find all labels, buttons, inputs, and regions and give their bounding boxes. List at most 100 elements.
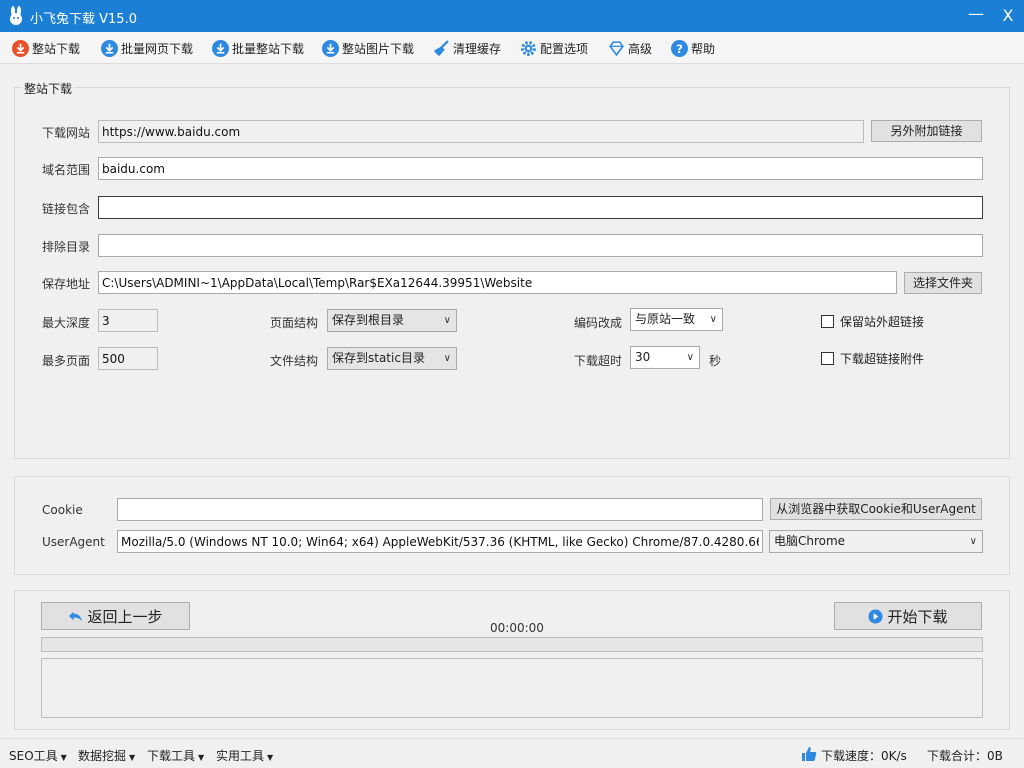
- max-depth-label: 最大深度: [42, 316, 91, 330]
- toolbar-site-image-download[interactable]: 整站图片下载: [322, 39, 414, 57]
- page-structure-label: 页面结构: [270, 316, 319, 330]
- gear-icon: [521, 40, 536, 56]
- toolbar-label: 配置选项: [540, 41, 589, 56]
- back-arrow-icon: [69, 611, 83, 621]
- menu-utility-tools[interactable]: 实用工具 ▼: [216, 747, 273, 764]
- download-blue-icon: [322, 39, 339, 57]
- page-structure-value: 保存到根目录: [332, 313, 405, 327]
- max-pages-input[interactable]: [98, 347, 158, 370]
- toolbar-config-options[interactable]: 配置选项: [520, 39, 588, 57]
- download-blue-icon: [212, 39, 229, 57]
- download-site-label: 下载网站: [42, 126, 91, 140]
- rabbit-logo-icon: [10, 6, 22, 25]
- help-icon: ?: [671, 39, 688, 57]
- download-total: 下载合计：0B: [927, 749, 1003, 763]
- cookie-useragent-group: [14, 476, 1010, 575]
- download-speed: 下载速度：0K/s: [821, 749, 907, 763]
- chevron-down-icon: ∨: [686, 352, 694, 363]
- toolbar-batch-page-download[interactable]: 批量网页下载: [101, 39, 193, 57]
- progress-bar: [41, 637, 983, 652]
- link-contains-label: 链接包含: [42, 202, 91, 216]
- minimize-button[interactable]: —: [964, 4, 988, 28]
- file-structure-select[interactable]: 保存到static目录 ∨: [327, 347, 457, 370]
- status-bar: SEO工具 ▼ 数据挖掘 ▼ 下载工具 ▼ 实用工具 ▼ 下载速度：0K/s 下载合计：…: [0, 738, 1024, 768]
- toolbar-label: 清理缓存: [453, 41, 502, 56]
- useragent-label: UserAgent: [42, 535, 105, 549]
- chevron-down-icon: ∨: [443, 315, 451, 326]
- menu-label: 数据挖掘: [78, 749, 127, 763]
- page-structure-select[interactable]: 保存到根目录 ∨: [327, 309, 457, 332]
- cookie-input[interactable]: [117, 498, 763, 521]
- save-path-label: 保存地址: [42, 277, 91, 291]
- keep-external-links-checkbox[interactable]: 保留站外超链接: [821, 313, 924, 330]
- download-attachments-checkbox[interactable]: 下载超链接附件: [821, 350, 924, 367]
- caret-down-icon: ▼: [60, 753, 67, 762]
- chevron-down-icon: ∨: [443, 353, 451, 364]
- start-download-button[interactable]: 开始下载: [834, 602, 982, 630]
- file-structure-value: 保存到static目录: [332, 351, 425, 365]
- save-path-input[interactable]: [98, 271, 897, 294]
- checkbox-box: [821, 352, 834, 365]
- caret-down-icon: ▼: [198, 753, 205, 762]
- toolbar-label: 高级: [628, 41, 653, 56]
- menu-label: 实用工具: [216, 749, 265, 763]
- toolbar-advanced[interactable]: 高级: [608, 39, 652, 57]
- timeout-select[interactable]: 30 ∨: [630, 346, 700, 369]
- max-depth-input[interactable]: [98, 309, 158, 332]
- chevron-down-icon: ∨: [709, 314, 717, 325]
- add-extra-links-button[interactable]: 另外附加链接: [871, 120, 982, 142]
- diamond-icon: [609, 40, 624, 56]
- menu-label: 下载工具: [147, 749, 196, 763]
- choose-folder-button[interactable]: 选择文件夹: [904, 272, 982, 294]
- file-structure-label: 文件结构: [270, 354, 319, 368]
- menu-label: SEO工具: [9, 749, 58, 763]
- menu-data-mining[interactable]: 数据挖掘 ▼: [78, 747, 135, 764]
- timeout-value: 30: [635, 350, 651, 364]
- cookie-label: Cookie: [42, 503, 83, 517]
- window-title: 小飞兔下载 V15.0: [30, 12, 137, 27]
- log-output[interactable]: [41, 658, 983, 718]
- exclude-dirs-input[interactable]: [98, 234, 983, 257]
- exclude-dirs-label: 排除目录: [42, 240, 91, 254]
- group-legend: 整站下载: [22, 80, 75, 97]
- toolbar-batch-site-download[interactable]: 批量整站下载: [212, 39, 304, 57]
- encoding-select[interactable]: 与原站一致 ∨: [630, 308, 723, 331]
- menu-seo-tools[interactable]: SEO工具 ▼: [9, 747, 67, 764]
- close-button[interactable]: X: [996, 4, 1020, 28]
- timeout-unit: 秒: [709, 354, 722, 368]
- title-bar: 小飞兔下载 V15.0 — X: [0, 0, 1024, 32]
- domain-scope-input[interactable]: [98, 157, 983, 180]
- useragent-preset-select[interactable]: 电脑Chrome ∨: [769, 530, 983, 553]
- max-pages-label: 最多页面: [42, 354, 91, 368]
- timeout-label: 下载超时: [574, 354, 623, 368]
- menu-download-tools[interactable]: 下载工具 ▼: [147, 747, 204, 764]
- download-blue-icon: [101, 39, 118, 57]
- toolbar-label: 批量网页下载: [121, 41, 194, 56]
- start-button-label: 开始下载: [887, 607, 948, 626]
- toolbar-site-download[interactable]: 整站下载: [12, 39, 80, 57]
- checkbox-label: 保留站外超链接: [840, 315, 925, 329]
- thumbs-up-icon: [802, 747, 817, 761]
- checkbox-label: 下载超链接附件: [840, 352, 925, 366]
- toolbar-label: 批量整站下载: [232, 41, 305, 56]
- toolbar-label: 整站图片下载: [342, 41, 415, 56]
- useragent-input[interactable]: [117, 530, 763, 553]
- link-contains-input[interactable]: [98, 196, 983, 219]
- download-orange-icon: [12, 39, 29, 57]
- encoding-value: 与原站一致: [635, 312, 696, 326]
- caret-down-icon: ▼: [267, 753, 274, 762]
- domain-scope-label: 域名范围: [42, 163, 91, 177]
- svg-text:?: ?: [676, 41, 683, 55]
- back-button[interactable]: 返回上一步: [41, 602, 190, 630]
- encoding-label: 编码改成: [574, 316, 623, 330]
- toolbar-label: 整站下载: [32, 41, 81, 56]
- download-site-input[interactable]: [98, 120, 864, 143]
- toolbar-help[interactable]: ? 帮助: [671, 39, 715, 57]
- chevron-down-icon: ∨: [969, 536, 977, 547]
- back-button-label: 返回上一步: [87, 607, 163, 626]
- toolbar-clear-cache[interactable]: 清理缓存: [433, 39, 501, 57]
- broom-icon: [434, 39, 449, 56]
- checkbox-box: [821, 315, 834, 328]
- useragent-preset-value: 电脑Chrome: [774, 534, 846, 548]
- get-cookie-from-browser-button[interactable]: 从浏览器中获取Cookie和UserAgent: [770, 498, 982, 520]
